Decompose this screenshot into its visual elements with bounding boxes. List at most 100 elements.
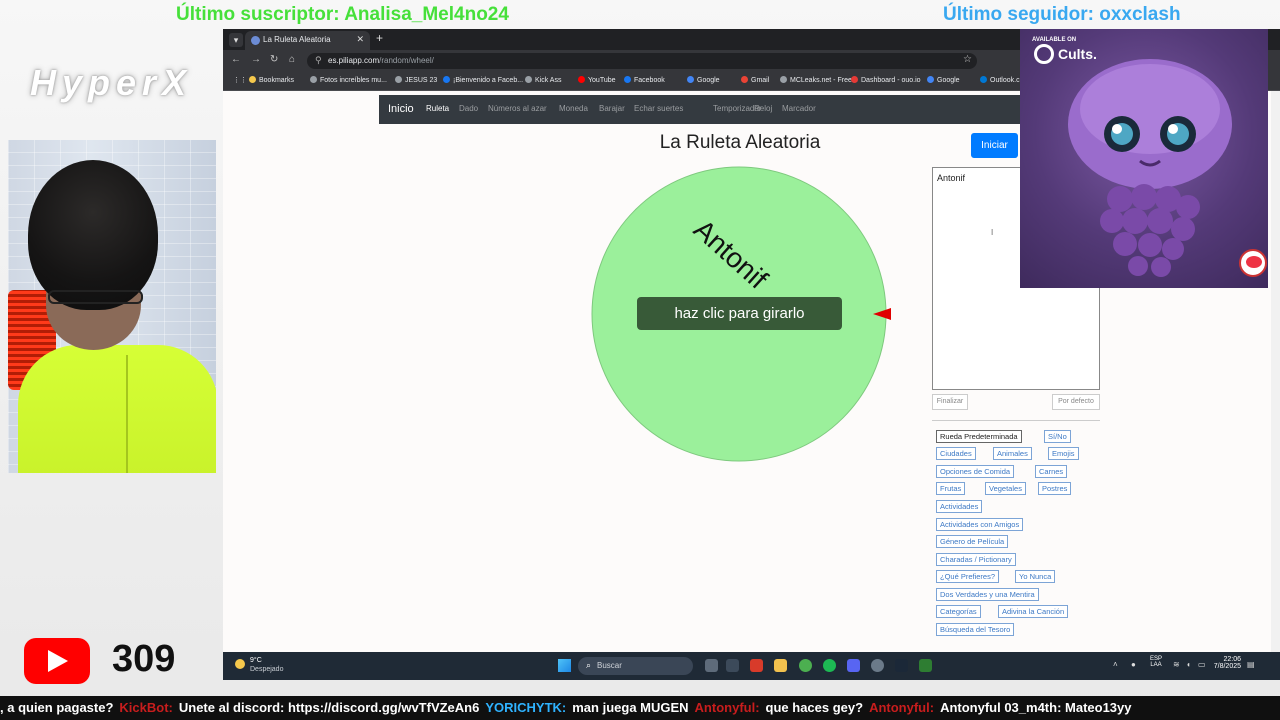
preset-chip[interactable]: Adivina la Canción bbox=[998, 605, 1069, 618]
discord-icon[interactable] bbox=[847, 659, 860, 672]
bookmark-item[interactable]: MCLeaks.net - Free... bbox=[780, 76, 858, 84]
bookmark-item[interactable]: Fotos increíbles mu... bbox=[310, 76, 387, 84]
preset-chip[interactable]: Categorías bbox=[936, 605, 981, 618]
site-nav-item[interactable]: Dado bbox=[459, 104, 478, 113]
home-icon[interactable]: ⌂ bbox=[289, 54, 295, 65]
tab-close-icon[interactable]: ✕ bbox=[356, 34, 364, 45]
preset-chip[interactable]: Vegetales bbox=[985, 482, 1026, 495]
new-tab-icon[interactable]: + bbox=[376, 31, 383, 45]
bookmark-item[interactable]: YouTube bbox=[578, 76, 616, 84]
site-nav-item[interactable]: Ruleta bbox=[426, 104, 449, 113]
app-icon[interactable] bbox=[919, 659, 932, 672]
spin-wheel-button[interactable]: haz clic para girarlo bbox=[637, 297, 842, 330]
finish-button[interactable]: Finalizar bbox=[932, 394, 968, 410]
bookmark-item[interactable]: Google bbox=[927, 76, 960, 84]
back-icon[interactable]: ← bbox=[231, 54, 241, 65]
bookmark-item[interactable]: Facebook bbox=[624, 76, 665, 84]
chat-username: KickBot: bbox=[119, 700, 173, 715]
file-explorer-icon[interactable] bbox=[774, 659, 787, 672]
bookmark-label: Bookmarks bbox=[259, 77, 295, 84]
preset-chip[interactable]: Sí/No bbox=[1044, 430, 1071, 443]
forward-icon[interactable]: → bbox=[251, 54, 261, 65]
microphone-icon[interactable]: ● bbox=[1131, 660, 1136, 669]
default-button[interactable]: Por defecto bbox=[1052, 394, 1100, 410]
windows-taskbar: 9°C Despejado ⌕ Buscar ˄ ● ESP LAA ≋ ◖ ▭ … bbox=[223, 652, 1280, 680]
page-scrollbar[interactable] bbox=[1271, 91, 1280, 652]
bookmark-item[interactable]: Google bbox=[687, 76, 720, 84]
address-bar[interactable]: ⚲ es.piliapp.com/random/wheel/ bbox=[307, 53, 977, 69]
apps-grid-icon[interactable]: ⋮⋮ bbox=[233, 76, 247, 84]
bookmark-item[interactable]: Outlook.c bbox=[980, 76, 1020, 84]
battery-icon[interactable]: ▭ bbox=[1198, 660, 1206, 669]
preset-chip[interactable]: Frutas bbox=[936, 482, 966, 495]
chat-message: Antonyful 03_m4th: Mateo13yy bbox=[940, 700, 1132, 715]
preset-chip[interactable]: Actividades bbox=[936, 500, 983, 513]
webcam-person-hair bbox=[28, 160, 158, 310]
reload-icon[interactable]: ↻ bbox=[270, 54, 278, 65]
spotify-icon[interactable] bbox=[823, 659, 836, 672]
sponsor-overlay: AVAILABLE ON Cults. bbox=[1020, 29, 1268, 288]
bookmark-item[interactable]: Bookmarks bbox=[249, 76, 294, 84]
xbox-icon[interactable] bbox=[726, 659, 739, 672]
task-view-icon[interactable] bbox=[705, 659, 718, 672]
bookmark-label: Google bbox=[937, 77, 960, 84]
chrome-icon[interactable] bbox=[799, 659, 812, 672]
preset-chip[interactable]: Carnes bbox=[1035, 465, 1068, 478]
site-brand-link[interactable]: Inicio bbox=[388, 103, 414, 115]
language-bottom: LAA bbox=[1150, 662, 1162, 668]
bookmark-item[interactable]: Dashboard - ouo.io bbox=[851, 76, 921, 84]
bookmark-item[interactable]: Gmail bbox=[741, 76, 769, 84]
site-nav-item[interactable]: Barajar bbox=[599, 104, 625, 113]
clock[interactable]: 22:06 7/8/2025 bbox=[1211, 656, 1241, 670]
tray-chevron-icon[interactable]: ˄ bbox=[1113, 660, 1118, 669]
windows-start-icon[interactable] bbox=[558, 659, 571, 672]
last-subscriber-label: Último suscriptor: Analisa_Mel4no24 bbox=[176, 4, 509, 25]
settings-icon[interactable] bbox=[871, 659, 884, 672]
site-nav-item[interactable]: Números al azar bbox=[488, 104, 547, 113]
preset-chip[interactable]: Opciones de Comida bbox=[936, 465, 1015, 478]
bookmark-favicon-icon bbox=[780, 76, 787, 83]
game-app-icon[interactable] bbox=[750, 659, 763, 672]
weather-condition[interactable]: Despejado bbox=[250, 666, 283, 673]
site-nav-item[interactable]: Reloj bbox=[754, 104, 772, 113]
preset-chip[interactable]: Búsqueda del Tesoro bbox=[936, 623, 1015, 636]
preset-chip[interactable]: Ciudades bbox=[936, 447, 976, 460]
bookmark-label: Fotos increíbles mu... bbox=[320, 77, 387, 84]
bookmark-label: Dashboard - ouo.io bbox=[861, 77, 921, 84]
volume-icon[interactable]: ◖ bbox=[1186, 660, 1191, 669]
weather-temperature[interactable]: 9°C bbox=[250, 657, 262, 664]
preset-chip[interactable]: Emojis bbox=[1048, 447, 1079, 460]
weather-moon-icon[interactable] bbox=[235, 659, 245, 669]
preset-chip[interactable]: Yo Nunca bbox=[1015, 570, 1056, 583]
tab-search-icon[interactable]: ▾ bbox=[229, 33, 243, 47]
bookmark-item[interactable]: JESUS 23 bbox=[395, 76, 437, 84]
preset-chip[interactable]: ¿Qué Prefieres? bbox=[936, 570, 1000, 583]
tab-ruleta[interactable]: La Ruleta Aleatoria ✕ bbox=[245, 31, 370, 50]
notifications-icon[interactable]: ▤ bbox=[1247, 660, 1255, 669]
site-nav-item[interactable]: Echar suertes bbox=[634, 104, 683, 113]
url-path: /random/wheel/ bbox=[379, 56, 434, 65]
preset-chip[interactable]: Actividades con Amigos bbox=[936, 518, 1024, 531]
names-textarea-value: Antonif bbox=[937, 173, 966, 183]
bookmark-item[interactable]: ¡Bienvenido a Faceb... bbox=[443, 76, 523, 84]
site-nav-item[interactable]: Moneda bbox=[559, 104, 588, 113]
preset-chip[interactable]: Género de Película bbox=[936, 535, 1009, 548]
language-indicator[interactable]: ESP LAA bbox=[1149, 656, 1163, 668]
bookmark-favicon-icon bbox=[525, 76, 532, 83]
start-button[interactable]: Iniciar bbox=[971, 133, 1018, 158]
preset-chip[interactable]: Animales bbox=[993, 447, 1032, 460]
preset-chip[interactable]: Postres bbox=[1038, 482, 1072, 495]
taskbar-search-placeholder: Buscar bbox=[597, 661, 622, 670]
taskbar-search-box[interactable]: ⌕ Buscar bbox=[578, 657, 693, 675]
bookmark-item[interactable]: Kick Ass bbox=[525, 76, 561, 84]
site-navbar: Inicio Ruleta Dado Números al azar Moneda Ba… bbox=[379, 95, 1039, 124]
bookmark-star-icon[interactable]: ☆ bbox=[963, 54, 972, 65]
site-nav-item[interactable]: Marcador bbox=[782, 104, 816, 113]
preset-chip[interactable]: Dos Verdades y una Mentira bbox=[936, 588, 1039, 601]
site-info-icon[interactable]: ⚲ bbox=[315, 55, 322, 66]
wifi-icon[interactable]: ≋ bbox=[1173, 660, 1180, 669]
hyperx-logo: HyperX bbox=[30, 62, 193, 103]
preset-chip[interactable]: Charadas / Pictionary bbox=[936, 553, 1016, 566]
preset-chip[interactable]: Rueda Predeterminada bbox=[936, 430, 1022, 443]
steam-icon[interactable] bbox=[895, 659, 908, 672]
